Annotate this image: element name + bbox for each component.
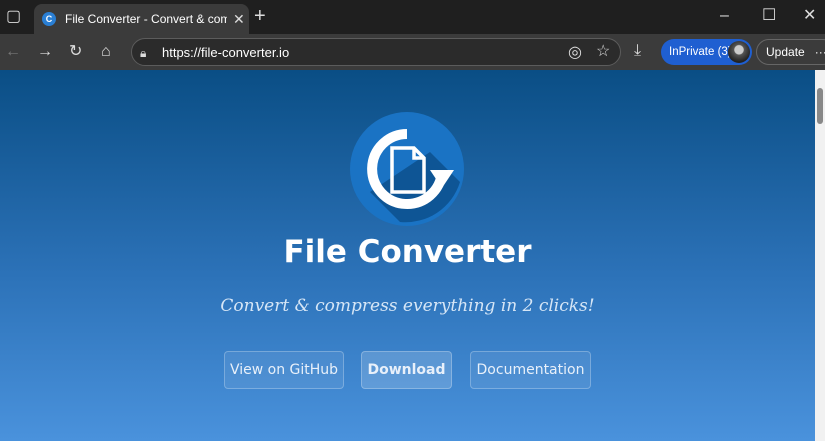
avatar bbox=[728, 41, 750, 63]
maximize-icon[interactable]: ☐ bbox=[762, 8, 776, 24]
page-title: File Converter bbox=[283, 234, 532, 270]
download-button[interactable]: Download bbox=[361, 351, 452, 389]
tab-active[interactable]: C File Converter - Convert & compress ✕ bbox=[34, 4, 249, 34]
close-window-icon[interactable]: ✕ bbox=[803, 8, 816, 24]
view-on-github-button[interactable]: View on GitHub bbox=[224, 351, 344, 389]
favorite-star-icon[interactable]: ☆ bbox=[596, 44, 610, 60]
update-button[interactable]: Update ··· bbox=[756, 39, 825, 65]
inprivate-button[interactable]: InPrivate (3) bbox=[661, 39, 752, 65]
tagline: Convert & compress everything in 2 click… bbox=[220, 296, 595, 316]
tab-title: File Converter - Convert & compress bbox=[65, 12, 227, 26]
scrollbar-thumb[interactable] bbox=[817, 88, 823, 124]
address-bar[interactable]: 🔒︎ https://file-converter.io ◎ ☆ bbox=[131, 38, 621, 66]
toolbar: ← → ↻ ⌂ 🔒︎ https://file-converter.io ◎ ☆… bbox=[0, 34, 825, 70]
minimize-icon[interactable]: – bbox=[720, 8, 729, 24]
update-label: Update bbox=[766, 45, 805, 59]
tab-actions-icon[interactable]: ▢ bbox=[6, 9, 21, 25]
documentation-button[interactable]: Documentation bbox=[470, 351, 591, 389]
refresh-icon[interactable]: ↻ bbox=[69, 44, 82, 60]
tracking-prevention-icon[interactable]: ◎ bbox=[568, 45, 582, 61]
file-converter-logo-icon bbox=[350, 112, 464, 226]
page-hero: File Converter Convert & compress everyt… bbox=[0, 70, 815, 441]
new-tab-icon[interactable]: + bbox=[254, 6, 266, 26]
forward-icon[interactable]: → bbox=[37, 44, 53, 60]
close-tab-icon[interactable]: ✕ bbox=[233, 11, 245, 28]
url-text: https://file-converter.io bbox=[162, 44, 290, 60]
inprivate-label: InPrivate (3) bbox=[669, 46, 732, 58]
lock-icon[interactable]: 🔒︎ bbox=[140, 45, 146, 61]
downloads-icon[interactable]: ⤓ bbox=[634, 43, 641, 59]
scrollbar[interactable] bbox=[815, 70, 825, 441]
back-icon[interactable]: ← bbox=[5, 44, 21, 60]
tab-bar: ▢ C File Converter - Convert & compress … bbox=[0, 0, 825, 34]
more-icon[interactable]: ··· bbox=[815, 45, 825, 59]
site-favicon-icon: C bbox=[42, 12, 56, 26]
home-icon[interactable]: ⌂ bbox=[101, 44, 111, 60]
